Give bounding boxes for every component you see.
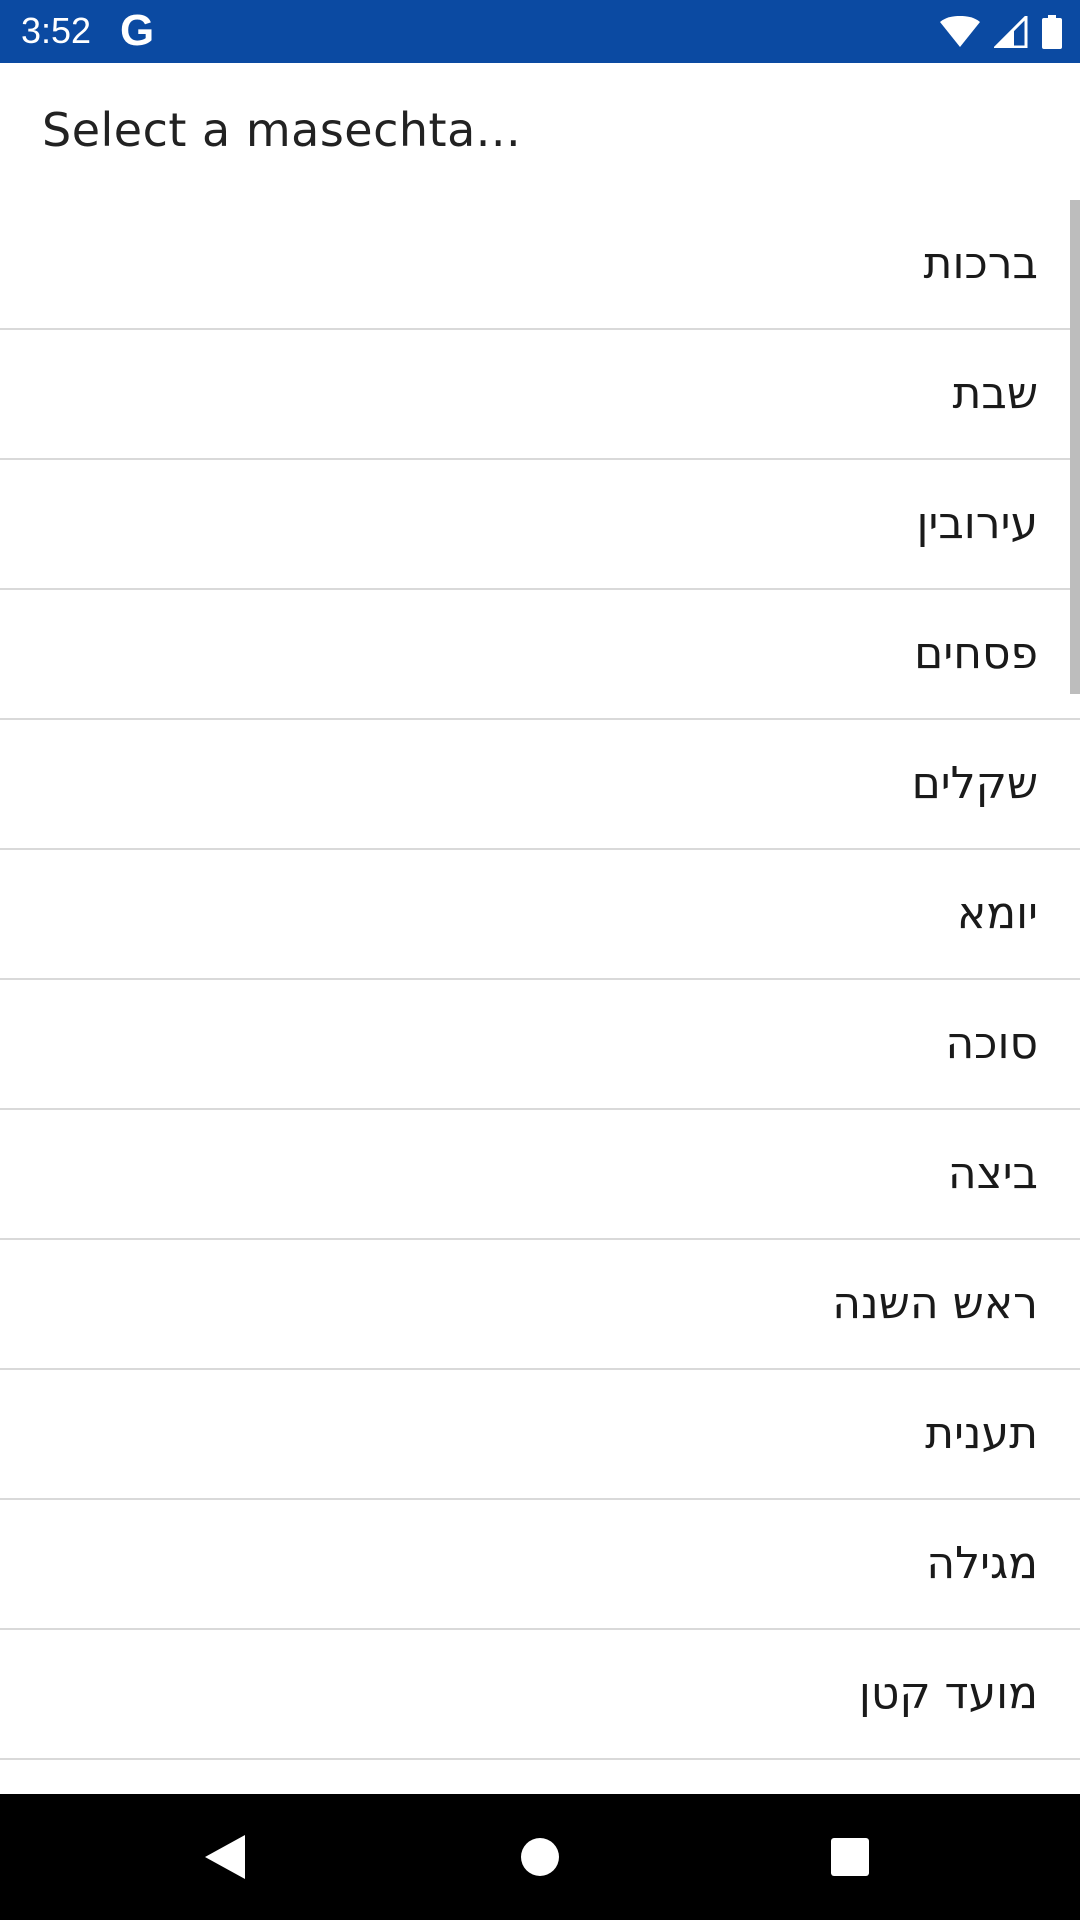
list-item-label: תענית [925,1408,1038,1459]
list-item-label: ביצה [947,1148,1038,1199]
google-icon: G [120,6,155,55]
back-icon [205,1835,245,1879]
list-item[interactable]: פסחים [0,590,1080,720]
masechta-list[interactable]: ברכות שבת עירובין פסחים שקלים יומא סוכה … [0,200,1080,1794]
home-button[interactable] [480,1794,600,1920]
list-item[interactable]: סוכה [0,980,1080,1110]
list-item-label: מועד קטן [858,1668,1038,1719]
list-item[interactable]: ראש השנה [0,1240,1080,1370]
battery-icon [1042,15,1062,49]
list-item[interactable]: שקלים [0,720,1080,850]
list-item-label: שקלים [911,758,1038,809]
list-item[interactable]: ביצה [0,1110,1080,1240]
list-item-label: ברכות [923,238,1038,289]
list-item[interactable]: מגילה [0,1500,1080,1630]
list-item[interactable] [0,1760,1080,1794]
list-item[interactable]: שבת [0,330,1080,460]
list-item[interactable]: מועד קטן [0,1630,1080,1760]
scrollbar[interactable] [1070,200,1080,694]
list-item[interactable]: יומא [0,850,1080,980]
back-button[interactable] [165,1794,285,1920]
list-item[interactable]: ברכות [0,200,1080,330]
cell-signal-icon [994,16,1028,48]
list-item[interactable]: תענית [0,1370,1080,1500]
list-item[interactable]: עירובין [0,460,1080,590]
list-item-label: יומא [956,888,1038,939]
wifi-icon [940,16,980,47]
list-item-label: פסחים [914,628,1038,679]
status-time: 3:52 [21,10,92,51]
list-item-label: מגילה [926,1538,1038,1589]
recents-icon [831,1838,869,1876]
list-item-label: עירובין [916,498,1038,549]
status-bar: 3:52 G [0,0,1080,63]
list-item-label: סוכה [945,1018,1038,1069]
recents-button[interactable] [790,1794,910,1920]
dialog-title: Select a masechta... [42,103,522,157]
home-icon [521,1838,559,1876]
status-icons [940,10,1062,54]
list-item-label: ראש השנה [832,1278,1038,1329]
navigation-bar [0,1794,1080,1920]
list-item-label: שבת [952,368,1038,419]
